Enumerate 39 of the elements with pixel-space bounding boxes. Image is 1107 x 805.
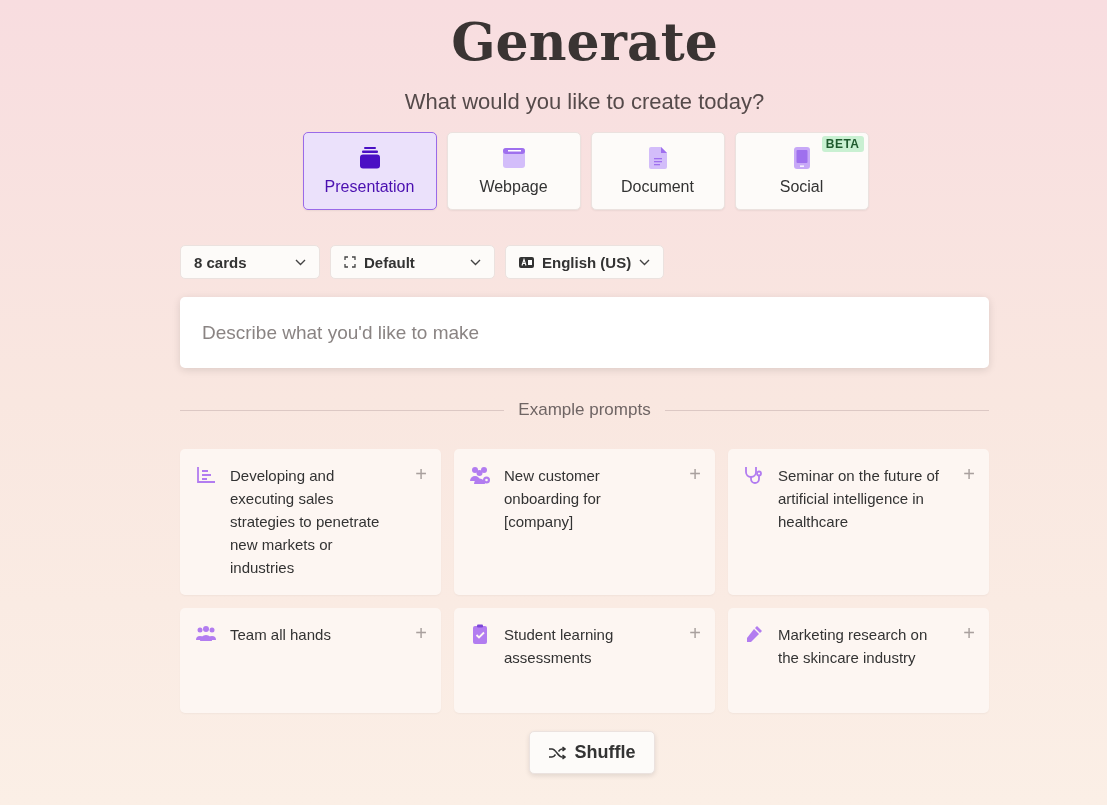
type-tab[interactable]: Presentation [302, 132, 437, 210]
example-prompt-card[interactable]: Developing and executing sales strategies to penetrate new markets or industries + [180, 449, 441, 595]
type-tab[interactable]: Social BETA [734, 132, 869, 210]
chevron-down-icon [639, 258, 651, 266]
frame-icon [344, 256, 356, 268]
stack-icon [357, 146, 382, 170]
example-prompt-card[interactable]: Team all hands + [180, 608, 441, 713]
prompt-text: Developing and executing sales strategies to penetrate new markets or industries [230, 466, 381, 578]
page-title: Generate [450, 10, 719, 74]
language-icon [519, 256, 534, 268]
prompt-text: Student learning assessments [504, 625, 615, 668]
shuffle-icon [547, 745, 566, 760]
subtitle: What would you like to create today? [403, 89, 766, 115]
prompt-input-field[interactable]: Describe what you'd like to make [180, 297, 989, 368]
prompt-text: Seminar on the future of artificial intelligence in healthcare [778, 466, 940, 532]
phone-icon [792, 146, 811, 170]
shuffle-button[interactable]: Shuffle [528, 731, 655, 774]
prompt-text: Marketing research on the skincare industry [778, 625, 929, 668]
bar-chart-icon [195, 465, 217, 485]
option-dropdown[interactable]: 8 cards [180, 245, 320, 279]
example-prompt-card[interactable]: New customer onboarding for [company] + [454, 449, 715, 595]
type-tab[interactable]: Webpage [446, 132, 581, 210]
chevron-down-icon [295, 258, 306, 266]
document-icon [647, 146, 668, 170]
option-dropdown[interactable]: English (US) [505, 245, 665, 279]
option-dropdown[interactable]: Default [330, 245, 495, 279]
beta-badge: BETA [821, 136, 864, 152]
stethoscope-icon [743, 465, 765, 485]
example-prompt-card[interactable]: Student learning assessments + [454, 608, 715, 713]
section-heading: Example prompts [518, 400, 651, 420]
people-icon [195, 624, 217, 644]
example-prompt-card[interactable]: Marketing research on the skincare industry + [728, 608, 989, 713]
people-gear-icon [469, 465, 491, 485]
example-prompt-card[interactable]: Seminar on the future of artificial intelligence in healthcare + [728, 449, 989, 595]
chevron-down-icon [470, 258, 481, 266]
prompt-text: Team all hands [230, 625, 332, 645]
browser-window-icon [501, 146, 526, 170]
type-tab[interactable]: Document [590, 132, 725, 210]
prompt-text: New customer onboarding for [company] [504, 466, 602, 532]
